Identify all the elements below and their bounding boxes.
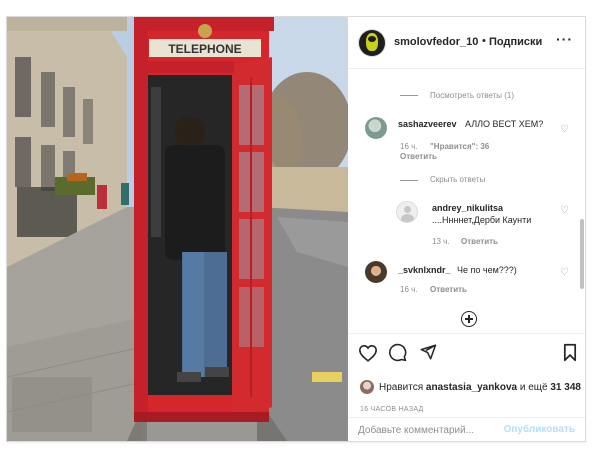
comment-input[interactable]: [358, 423, 498, 437]
post-timestamp: 16 ЧАСОВ НАЗАД: [360, 406, 424, 413]
post-card: TELEPHONE smolovfedor_10 • Подписки ··· …: [6, 16, 586, 442]
comment-time: 16 ч.: [400, 142, 418, 151]
likes-suffix: и ещё: [519, 382, 548, 393]
load-more-comments-icon[interactable]: [461, 311, 477, 327]
comment-like-icon[interactable]: ♡: [560, 205, 569, 216]
liker-username[interactable]: anastasia_yankova: [426, 382, 517, 393]
comment-like-icon[interactable]: ♡: [560, 124, 569, 135]
comment-text: ....Ннннет,Дерби Каунти: [432, 215, 532, 225]
comment-text: Че по чем???): [457, 265, 517, 275]
more-options-icon[interactable]: ···: [556, 31, 573, 47]
bookmark-icon[interactable]: [563, 343, 577, 362]
likes-count[interactable]: 31 348: [550, 382, 581, 393]
comment-time: 16 ч.: [400, 285, 418, 294]
replies-divider: [400, 180, 418, 181]
comment-bubble-icon[interactable]: [388, 343, 407, 362]
like-heart-icon[interactable]: [358, 344, 378, 362]
post-side-panel: smolovfedor_10 • Подписки ··· Посмотреть…: [348, 17, 585, 441]
view-replies-link[interactable]: Посмотреть ответы (1): [430, 91, 514, 100]
author-username[interactable]: smolovfedor_10: [394, 36, 478, 48]
comments-list: Посмотреть ответы (1) sashazveerev АЛЛО …: [348, 69, 585, 349]
comment-username[interactable]: sashazveerev: [398, 119, 457, 129]
liker-avatar: [360, 380, 374, 394]
comment-username[interactable]: _svknlxndr_: [398, 265, 451, 275]
separator-dot: •: [482, 35, 486, 47]
publish-button[interactable]: Опубликовать: [504, 424, 575, 435]
comment-text: АЛЛО ВЕСТ ХЕМ?: [465, 119, 544, 129]
post-header: smolovfedor_10 • Подписки ···: [348, 17, 585, 69]
likes-prefix: Нравится: [379, 382, 424, 393]
comments-scrollbar[interactable]: [580, 69, 584, 289]
following-button[interactable]: Подписки: [489, 36, 542, 48]
post-actions: Нравится anastasia_yankova и ещё 31 348 …: [348, 333, 585, 441]
comment-avatar[interactable]: [365, 117, 387, 139]
add-comment-bar: Опубликовать: [348, 417, 585, 442]
comment-like-icon[interactable]: ♡: [560, 267, 569, 278]
reply-button[interactable]: Ответить: [400, 152, 437, 161]
post-photo[interactable]: TELEPHONE: [7, 17, 348, 441]
author-avatar[interactable]: [359, 30, 385, 56]
booth-sign-text: TELEPHONE: [168, 42, 241, 56]
comment-avatar[interactable]: [365, 261, 387, 283]
share-send-icon[interactable]: [419, 343, 437, 361]
comment-username[interactable]: andrey_nikulitsa: [432, 203, 503, 213]
likes-summary[interactable]: Нравится anastasia_yankova и ещё 31 348: [379, 382, 581, 393]
reply-button[interactable]: Ответить: [430, 285, 467, 294]
reply-button[interactable]: Ответить: [461, 237, 498, 246]
phone-booth-photo: TELEPHONE: [7, 17, 348, 441]
hide-replies-link[interactable]: Скрыть ответы: [430, 175, 485, 184]
comment-time: 13 ч.: [432, 237, 450, 246]
comment-likes[interactable]: "Нравится": 36: [430, 142, 489, 151]
replies-divider: [400, 95, 418, 96]
default-avatar-icon[interactable]: [396, 201, 418, 223]
